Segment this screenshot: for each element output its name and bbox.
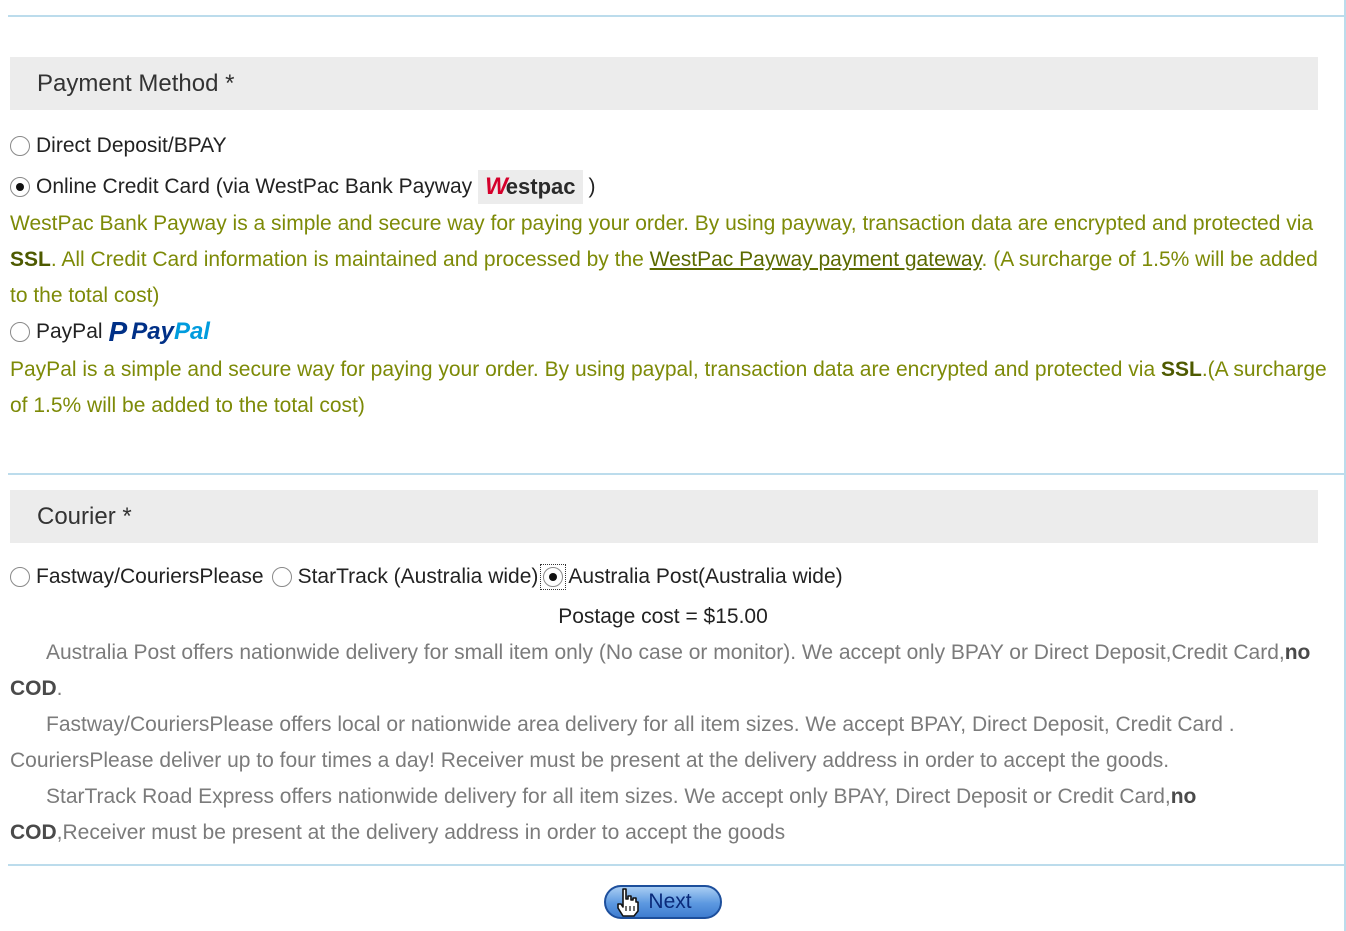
australia-post-radio[interactable]: [543, 567, 564, 587]
paypal-radio[interactable]: [10, 322, 30, 342]
courier-heading: Courier *: [10, 490, 1318, 543]
payment-option-direct-deposit[interactable]: Direct Deposit/BPAY: [10, 134, 227, 158]
payment-method-heading: Payment Method *: [10, 57, 1318, 110]
australia-post-label[interactable]: Australia Post(Australia wide): [568, 565, 842, 589]
australia-post-radio-focus[interactable]: [540, 564, 567, 590]
courier-options: Fastway/CouriersPlease StarTrack (Austra…: [10, 564, 843, 590]
direct-deposit-radio[interactable]: [10, 136, 30, 156]
direct-deposit-label[interactable]: Direct Deposit/BPAY: [36, 134, 227, 158]
ssl-text: SSL: [10, 248, 51, 271]
divider: [8, 864, 1344, 866]
divider: [8, 15, 1344, 17]
startrack-radio[interactable]: [271, 567, 292, 587]
australia-post-note: Australia Post offers nationwide deliver…: [10, 641, 1311, 700]
startrack-label[interactable]: StarTrack (Australia wide): [298, 565, 539, 589]
credit-card-label[interactable]: Online Credit Card (via WestPac Bank Pay…: [36, 175, 472, 199]
startrack-note: StarTrack Road Express offers nationwide…: [10, 785, 1197, 844]
fastway-note: Fastway/CouriersPlease offers local or n…: [10, 713, 1235, 772]
ssl-text: SSL: [1160, 358, 1202, 381]
fastway-radio[interactable]: [10, 567, 30, 587]
westpac-description: WestPac Bank Payway is a simple and secu…: [10, 212, 1318, 307]
payment-option-paypal[interactable]: PayPal P PayPal: [10, 316, 210, 348]
paypal-description: PayPal is a simple and secure way for pa…: [10, 358, 1327, 417]
next-button-label: Next: [648, 890, 692, 913]
courier-title: Courier *: [37, 503, 132, 530]
payment-option-credit-card[interactable]: Online Credit Card (via WestPac Bank Pay…: [10, 170, 596, 204]
payment-method-title: Payment Method *: [37, 70, 235, 97]
hand-cursor-icon: [617, 888, 639, 917]
credit-card-radio[interactable]: [10, 177, 30, 197]
fastway-label[interactable]: Fastway/CouriersPlease: [36, 565, 264, 589]
paypal-logo: P PayPal: [108, 316, 210, 347]
westpac-logo: Westpac: [478, 170, 583, 204]
paypal-label[interactable]: PayPal: [36, 320, 103, 344]
credit-card-label-suffix: ): [588, 175, 596, 198]
westpac-payway-link[interactable]: WestPac Payway payment gateway: [650, 248, 982, 271]
divider: [8, 473, 1344, 475]
postage-cost: Postage cost = $15.00: [558, 605, 768, 628]
